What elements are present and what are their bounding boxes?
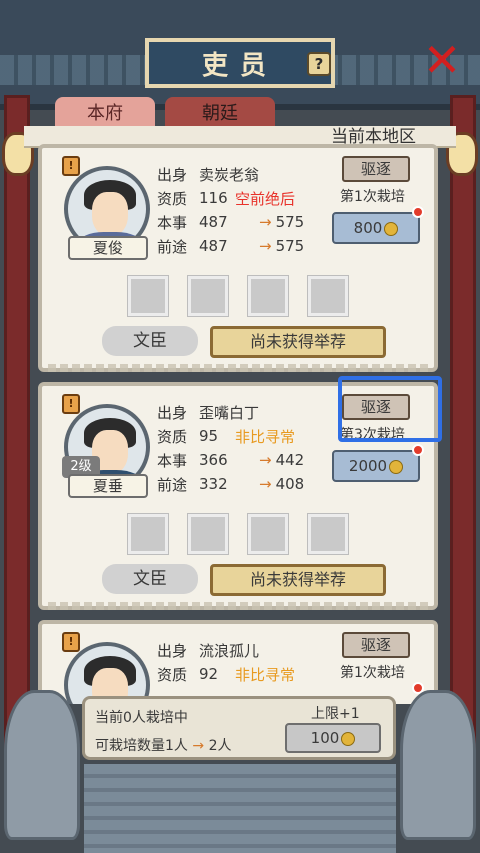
future-next: 408: [275, 475, 305, 493]
aptitude-key: 资质: [157, 427, 188, 446]
capacity-row: 可栽培数量1人 → 2人: [95, 735, 231, 755]
highlight-frame: [338, 376, 442, 442]
origin-key: 出身: [157, 641, 188, 660]
cultivate-times: 第1次栽培: [340, 189, 405, 205]
tab-local[interactable]: 本府: [55, 97, 155, 127]
capacity-current: 可栽培数量1人: [95, 738, 188, 754]
tab-court[interactable]: 朝廷: [165, 97, 275, 127]
future-value: 487: [199, 237, 228, 255]
origin-value: 流浪孤儿: [199, 641, 260, 660]
clerk-stats: 出身 流浪孤儿 资质 92 非比寻常: [157, 638, 337, 686]
left-stone-lion: [4, 690, 80, 840]
coin-icon: [389, 459, 404, 474]
arrow-icon: →: [192, 738, 205, 754]
aptitude-value: 95: [199, 427, 219, 445]
item-slot[interactable]: [127, 275, 169, 317]
recommend-button[interactable]: 尚未获得举荐: [210, 564, 386, 596]
aptitude-value: 116: [199, 189, 228, 207]
aptitude-tag: 空前绝后: [235, 189, 296, 208]
origin-key: 出身: [157, 165, 188, 184]
origin-value: 歪嘴白丁: [199, 403, 260, 422]
item-slot[interactable]: [307, 513, 349, 555]
avatar-face: [92, 192, 128, 236]
notification-dot: [412, 444, 424, 456]
item-slot[interactable]: [187, 513, 229, 555]
ticket-icon: [341, 731, 356, 746]
skill-next: 575: [275, 213, 305, 231]
arrow-icon: →: [259, 213, 272, 231]
close-button[interactable]: ✕: [418, 37, 466, 83]
cultivating-count: 当前0人栽培中: [95, 710, 188, 726]
alert-badge-icon[interactable]: !: [62, 156, 80, 176]
upgrade-limit-button[interactable]: 100: [285, 723, 381, 753]
coin-icon: [384, 221, 399, 236]
aptitude-tag: 非比寻常: [235, 427, 296, 446]
aptitude-tag: 非比寻常: [235, 665, 296, 684]
role-label: 文臣: [102, 326, 198, 356]
origin-value: 卖炭老翁: [199, 165, 260, 184]
item-slot[interactable]: [247, 513, 289, 555]
arrow-icon: →: [259, 237, 272, 255]
skill-key: 本事: [157, 451, 188, 470]
temple-stairs: [84, 764, 396, 853]
cultivate-cost: 800: [353, 219, 383, 237]
skill-next: 442: [275, 451, 305, 469]
expel-button[interactable]: 驱逐: [342, 632, 410, 658]
card-border-decoration: [48, 364, 428, 372]
cultivate-times: 第1次栽培: [340, 665, 405, 681]
arrow-icon: →: [259, 475, 272, 493]
clerk-name: 夏俊: [68, 236, 148, 260]
clerk-card: ! 出身 流浪孤儿 资质 92 非比寻常 驱逐 第1次栽培: [38, 620, 438, 704]
page-title: 吏员: [201, 50, 278, 81]
capacity-next: 2人: [208, 738, 232, 754]
card-border-decoration: [48, 602, 428, 610]
skill-value: 487: [199, 213, 228, 231]
help-button[interactable]: ?: [307, 52, 331, 76]
clerk-stats: 出身 歪嘴白丁 资质 95 非比寻常 本事 366 → 442 前途 332 → 408: [157, 400, 337, 496]
notification-dot: [412, 206, 424, 218]
arrow-icon: →: [259, 451, 272, 469]
role-label: 文臣: [102, 564, 198, 594]
upgrade-cost: 100: [310, 729, 340, 747]
future-value: 332: [199, 475, 228, 493]
aptitude-key: 资质: [157, 189, 188, 208]
skill-key: 本事: [157, 213, 188, 232]
future-next: 575: [275, 237, 305, 255]
item-slot[interactable]: [247, 275, 289, 317]
future-key: 前途: [157, 237, 188, 256]
skill-value: 366: [199, 451, 228, 469]
item-slots: [127, 275, 349, 317]
cultivate-button[interactable]: 800: [332, 212, 420, 244]
clerk-card: ! 夏俊 出身 卖炭老翁 资质 116 空前绝后 本事 487 → 575 前途 487 → 57…: [38, 144, 438, 372]
cultivation-panel: 当前0人栽培中 可栽培数量1人 → 2人 上限+1 100: [82, 696, 396, 760]
alert-badge-icon[interactable]: !: [62, 632, 80, 652]
alert-badge-icon[interactable]: !: [62, 394, 80, 414]
expel-button[interactable]: 驱逐: [342, 156, 410, 182]
item-slot[interactable]: [187, 275, 229, 317]
cultivate-button[interactable]: 2000: [332, 450, 420, 482]
cultivate-cost: 2000: [348, 457, 388, 475]
limit-label: 上限+1: [311, 706, 360, 722]
aptitude-value: 92: [199, 665, 219, 683]
recommend-button[interactable]: 尚未获得举荐: [210, 326, 386, 358]
clerk-stats: 出身 卖炭老翁 资质 116 空前绝后 本事 487 → 575 前途 487 → 575: [157, 162, 337, 258]
aptitude-key: 资质: [157, 665, 188, 684]
item-slots: [127, 513, 349, 555]
clerk-name: 夏垂: [68, 474, 148, 498]
origin-key: 出身: [157, 403, 188, 422]
item-slot[interactable]: [307, 275, 349, 317]
future-key: 前途: [157, 475, 188, 494]
item-slot[interactable]: [127, 513, 169, 555]
right-stone-lion: [400, 690, 476, 840]
